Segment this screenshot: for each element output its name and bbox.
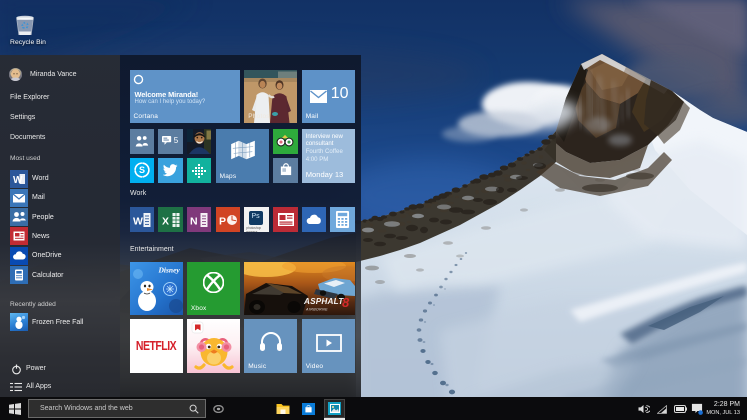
svg-text:AIRBORNE: AIRBORNE [305, 308, 328, 312]
svg-text:N: N [190, 215, 198, 227]
svg-text:ASPHALT: ASPHALT [303, 297, 344, 306]
svg-text:W: W [133, 215, 143, 227]
svg-text:P: P [219, 215, 226, 227]
svg-text:8: 8 [342, 295, 350, 310]
svg-text:S: S [139, 165, 145, 175]
svg-text:W: W [13, 175, 23, 186]
svg-text:Disney: Disney [157, 266, 180, 275]
svg-text:X: X [162, 215, 169, 227]
